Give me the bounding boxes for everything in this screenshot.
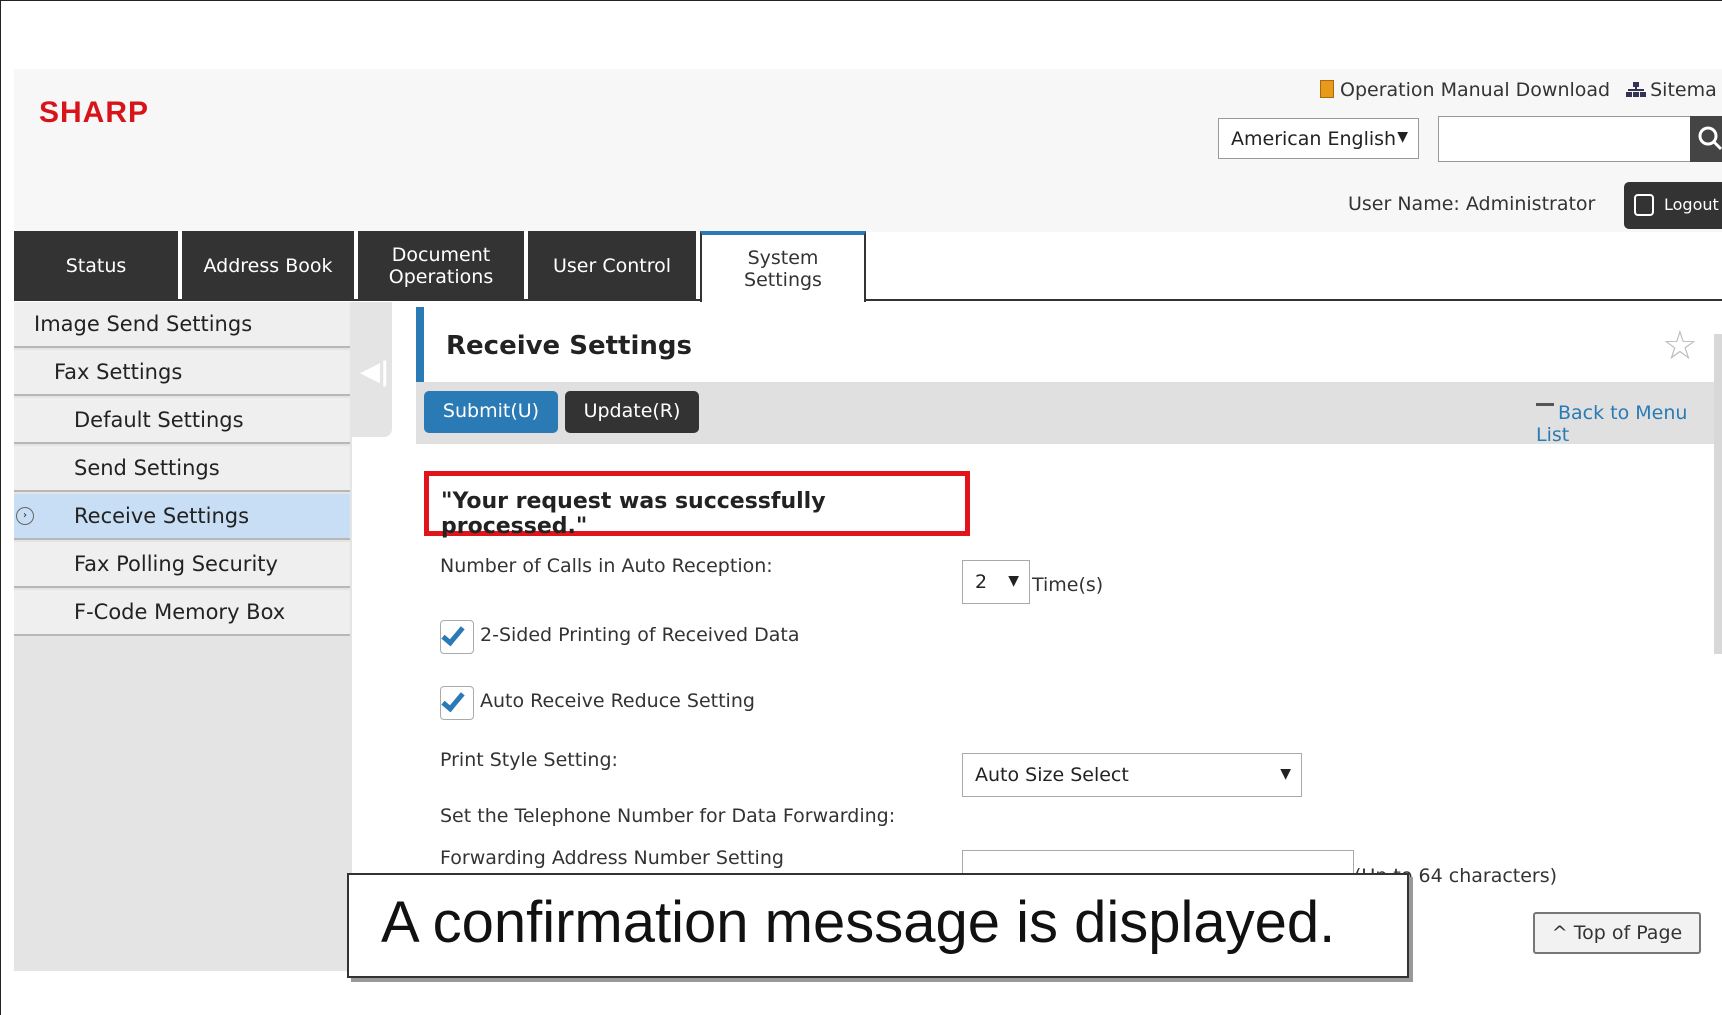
user-name-label: User Name: Administrator	[1348, 193, 1596, 215]
tab-label: User Control	[552, 255, 672, 277]
sidebar-item-label: Default Settings	[74, 408, 244, 432]
sharp-logo: SHARP	[39, 96, 150, 129]
sidebar: Image Send Settings Fax Settings Default…	[14, 302, 352, 971]
top-of-page-label: Top of Page	[1573, 922, 1683, 944]
frame-top-border	[0, 0, 1722, 1]
dropdown-arrow-icon: ▼	[1397, 129, 1408, 145]
sitemap-icon	[1626, 81, 1647, 97]
sidebar-item-fax-settings[interactable]: Fax Settings	[14, 350, 350, 396]
chevron-right-icon: ›	[16, 507, 34, 525]
update-button[interactable]: Update(R)	[565, 391, 699, 433]
success-message: "Your request was successfully processed…	[424, 471, 970, 539]
sidebar-item-label: Receive Settings	[74, 504, 250, 528]
tab-user-control[interactable]: User Control	[528, 231, 696, 301]
calls-value: 2	[975, 571, 988, 593]
dropdown-arrow-icon: ▼	[1280, 766, 1291, 782]
back-to-menu-link[interactable]: Back to Menu List	[1536, 402, 1722, 446]
tab-label: System Settings	[744, 247, 822, 291]
search-icon	[1698, 126, 1722, 151]
sidebar-item-image-send-settings[interactable]: Image Send Settings	[14, 302, 350, 348]
tab-label: Document Operations	[388, 244, 494, 288]
title-bar: Receive Settings ☆	[416, 307, 1722, 382]
main-content: Receive Settings ☆ Submit(U) Update(R) B…	[416, 302, 1722, 971]
tab-system-settings[interactable]: System Settings	[700, 231, 866, 303]
duplex-label: 2-Sided Printing of Received Data	[480, 624, 800, 646]
checkmark-icon	[441, 687, 465, 713]
tab-address-book[interactable]: Address Book	[182, 231, 354, 301]
sidebar-item-default-settings[interactable]: Default Settings	[14, 398, 350, 444]
back-link-label: Back to Menu List	[1536, 402, 1688, 446]
top-links: Operation Manual Download Sitema	[1320, 79, 1717, 101]
duplex-checkbox[interactable]	[440, 620, 474, 654]
manual-download-link[interactable]: Operation Manual Download	[1340, 79, 1610, 101]
sidebar-item-label: Send Settings	[74, 456, 220, 480]
header: SHARP Operation Manual Download Sitema Am…	[14, 69, 1722, 232]
screen: SHARP Operation Manual Download Sitema Am…	[14, 69, 1722, 971]
logout-button[interactable]: Logout	[1624, 182, 1722, 229]
calls-label: Number of Calls in Auto Reception:	[440, 555, 773, 577]
forward-label: Forwarding Address Number Setting	[440, 847, 784, 869]
sidebar-item-receive-settings[interactable]: › Receive Settings	[14, 494, 350, 540]
tab-label: Status	[65, 255, 127, 277]
scrollbar[interactable]	[1714, 334, 1722, 654]
caret-up-icon: ^	[1551, 922, 1574, 944]
sidebar-item-send-settings[interactable]: Send Settings	[14, 446, 350, 492]
sidebar-item-fax-polling-security[interactable]: Fax Polling Security	[14, 542, 350, 588]
reduce-label: Auto Receive Reduce Setting	[480, 690, 755, 712]
tab-status[interactable]: Status	[14, 231, 178, 301]
caption-callout: A confirmation message is displayed.	[347, 873, 1409, 978]
print-style-select[interactable]: Auto Size Select ▼	[962, 753, 1302, 797]
sidebar-item-label: F-Code Memory Box	[74, 600, 286, 624]
favorite-star-icon[interactable]: ☆	[1662, 323, 1698, 369]
search-button[interactable]	[1690, 116, 1722, 162]
page-title: Receive Settings	[446, 331, 692, 361]
calls-unit: Time(s)	[1032, 574, 1104, 596]
language-select[interactable]: American English ▼	[1218, 118, 1419, 159]
tab-document-operations[interactable]: Document Operations	[358, 231, 524, 301]
sidebar-item-label: Fax Settings	[54, 360, 183, 384]
frame-left-border	[0, 0, 1, 1015]
back-arrow-icon	[1536, 403, 1554, 421]
logout-label: Logout	[1664, 195, 1719, 214]
sidebar-collapse-button[interactable]: ◀|	[352, 302, 392, 437]
sidebar-item-label: Fax Polling Security	[74, 552, 278, 576]
collapse-left-icon: ◀|	[360, 357, 390, 387]
button-bar: Submit(U) Update(R) Back to Menu List	[416, 382, 1722, 446]
top-of-page-button[interactable]: ^ Top of Page	[1533, 912, 1701, 954]
language-value: American English	[1231, 128, 1397, 150]
sidebar-item-label: Image Send Settings	[34, 312, 253, 336]
submit-button[interactable]: Submit(U)	[424, 391, 558, 433]
manual-icon	[1320, 80, 1334, 98]
sidebar-item-f-code-memory-box[interactable]: F-Code Memory Box	[14, 590, 350, 636]
logout-icon	[1634, 194, 1654, 216]
reduce-checkbox[interactable]	[440, 686, 474, 720]
print-style-value: Auto Size Select	[975, 764, 1129, 786]
sitemap-link[interactable]: Sitema	[1650, 79, 1717, 101]
calls-select[interactable]: 2 ▼	[962, 560, 1030, 604]
checkmark-icon	[441, 621, 465, 647]
dropdown-arrow-icon: ▼	[1008, 573, 1019, 589]
search-input[interactable]	[1438, 116, 1698, 162]
forward-heading: Set the Telephone Number for Data Forwar…	[440, 805, 896, 827]
tab-label: Address Book	[203, 255, 333, 277]
print-style-label: Print Style Setting:	[440, 749, 618, 771]
